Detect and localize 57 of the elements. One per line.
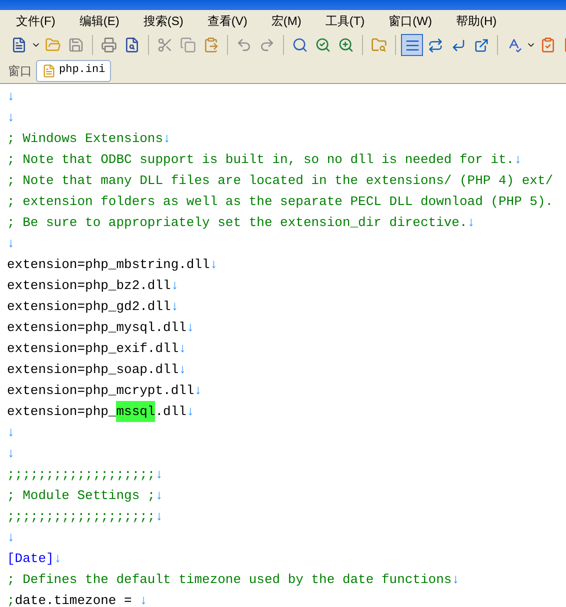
code-text: .dll xyxy=(155,403,186,421)
line-end-mark: ↓ xyxy=(178,361,186,379)
line-end-mark: ↓ xyxy=(54,550,62,568)
lines-icon[interactable] xyxy=(401,34,423,56)
line-end-mark: ↓ xyxy=(186,403,194,421)
code-text: extension=php_exif.dll xyxy=(7,340,179,358)
code-text: ; extension folders as well as the separate PECL DLL download (PHP 5). xyxy=(7,193,554,211)
line-end-mark: ↓ xyxy=(155,487,164,505)
code-text: extension=php_mysql.dll xyxy=(7,319,186,337)
line-end-mark: ↓ xyxy=(467,214,476,232)
menu-item[interactable]: 查看(V) xyxy=(201,12,254,30)
code-text: extension=php_gd2.dll xyxy=(7,298,171,316)
menu-item[interactable]: 文件(F) xyxy=(10,12,62,30)
code-text: ; Note that many DLL files are located in the extensions/ (PHP 4) ext/ xyxy=(7,172,554,190)
code-text: extension=php_ xyxy=(7,403,116,421)
menu-item[interactable]: 帮助(H) xyxy=(450,12,503,30)
code-text: ; Defines the default timezone used by the date functions xyxy=(7,571,452,589)
code-text: [Date] xyxy=(7,550,54,568)
line-end-mark: ↓ xyxy=(163,130,171,148)
code-text: ; Be sure to appropriately set the extension_dir directive. xyxy=(7,214,468,232)
code-text: ;;;;;;;;;;;;;;;;;;; xyxy=(7,508,156,526)
code-text: date.timezone = xyxy=(14,592,133,607)
code-text: extension=php_soap.dll xyxy=(7,361,179,379)
code-text: extension=php_bz2.dll xyxy=(7,277,171,295)
line-end-mark: ↓ xyxy=(7,109,15,127)
code-text: ; Note that ODBC support is built in, so no dll is needed for it. xyxy=(7,151,514,169)
line-end-mark: ↓ xyxy=(178,340,186,358)
menu-item[interactable]: 工具(T) xyxy=(319,12,371,30)
file-tab[interactable]: php.ini xyxy=(36,60,112,82)
line-end-mark: ↓ xyxy=(155,466,164,484)
line-end-mark: ↓ xyxy=(210,256,218,274)
line-end-mark: ↓ xyxy=(452,571,460,589)
line-end-mark: ↓ xyxy=(7,424,15,442)
code-text: ; Module Settings ; xyxy=(7,487,156,505)
line-end-mark: ↓ xyxy=(194,382,202,400)
highlighted-text: mssql xyxy=(116,401,156,422)
menu-item[interactable]: 搜索(S) xyxy=(137,12,190,30)
menu-item[interactable]: 宏(M) xyxy=(265,12,308,30)
code-text: extension=php_mbstring.dll xyxy=(7,256,210,274)
line-end-mark: ↓ xyxy=(514,151,522,169)
line-end-mark: ↓ xyxy=(186,319,194,337)
file-icon xyxy=(42,64,56,78)
line-end-mark: ↓ xyxy=(170,298,179,316)
code-text: ;;;;;;;;;;;;;;;;;;; xyxy=(7,466,156,484)
line-end-mark: ↓ xyxy=(170,277,179,295)
line-end-mark: ↓ xyxy=(155,508,164,526)
code-text: ; xyxy=(7,592,15,607)
line-end-mark: ↓ xyxy=(7,235,15,253)
line-end-mark: ↓ xyxy=(7,88,15,106)
line-end-mark: ↓ xyxy=(7,445,15,463)
code-text: extension=php_mcrypt.dll xyxy=(7,382,194,400)
menu-item[interactable]: 窗口(W) xyxy=(382,12,438,30)
code-text: ; Windows Extensions xyxy=(7,130,164,148)
window-label: 窗口 xyxy=(8,62,32,80)
line-end-mark: ↓ xyxy=(7,529,15,547)
menu-item[interactable]: 编辑(E) xyxy=(73,12,126,30)
line-end-mark: ↓ xyxy=(140,592,148,607)
